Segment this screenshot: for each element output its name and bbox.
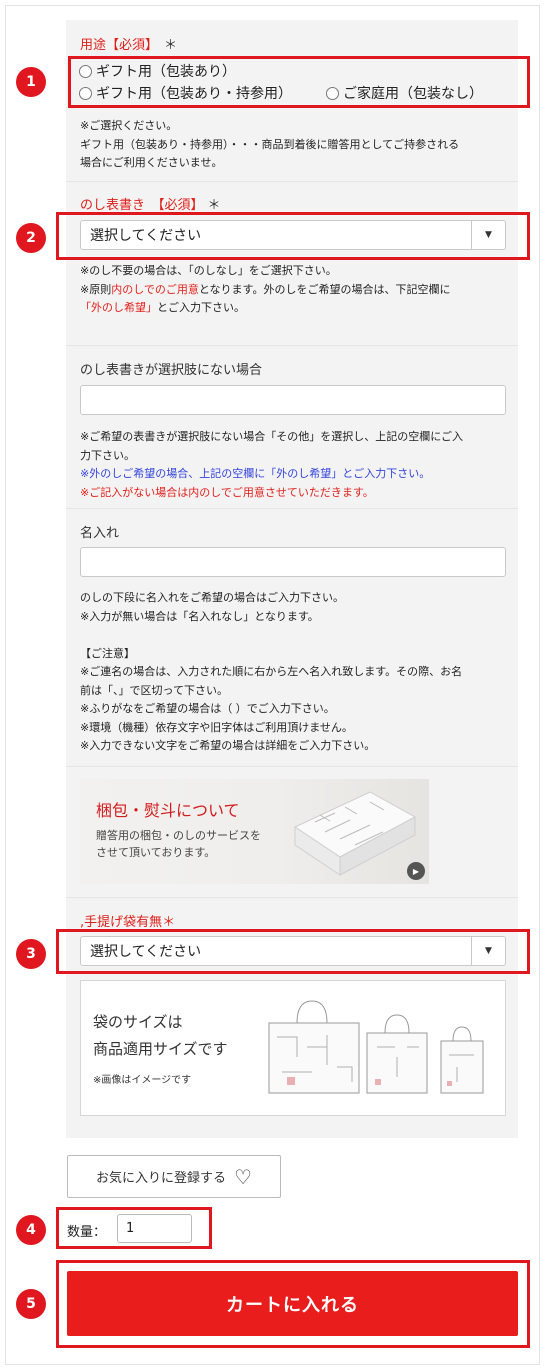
gift-box-image — [293, 791, 417, 876]
usage-label: 用途【必須】＊ — [80, 38, 178, 53]
highlight-box-1 — [68, 56, 530, 108]
bag-illustration — [268, 1000, 484, 1094]
highlight-box-5 — [56, 1260, 530, 1348]
name-print-input[interactable] — [80, 547, 506, 577]
wrapping-info-banner[interactable]: 梱包・熨斗について 贈答用の梱包・のしのサービスを させて頂いております。 ▶ — [80, 779, 429, 884]
bag-label: ,手提げ袋有無＊ — [80, 915, 176, 930]
divider — [66, 897, 518, 898]
highlight-box-3 — [56, 929, 530, 974]
step-badge-5: 5 — [16, 1289, 46, 1319]
noshi-custom-label: のし表書きが選択肢にない場合 — [80, 363, 263, 378]
noshi-label: のし表書き 【必須】＊ — [80, 198, 221, 213]
step-badge-4: 4 — [16, 1215, 46, 1245]
banner-title: 梱包・熨斗について — [96, 801, 240, 820]
add-to-favorites-button[interactable]: お気に入りに登録する ♡ — [67, 1155, 281, 1198]
bag-info-text: 袋のサイズは 商品適用サイズです — [93, 1013, 228, 1058]
usage-note: ※ご選択ください。 ギフト用（包装あり・持参用）・・・商品到着後に贈答用としてご… — [80, 119, 460, 169]
bag-size-info: 袋のサイズは 商品適用サイズです ※画像はイメージです — [80, 980, 506, 1116]
divider — [66, 508, 518, 509]
step-badge-3: 3 — [16, 939, 46, 969]
play-icon[interactable]: ▶ — [407, 862, 425, 880]
banner-subtitle: 贈答用の梱包・のしのサービスを させて頂いております。 — [96, 829, 261, 859]
name-print-note: のしの下段に名入れをご希望の場合はご入力下さい。 ※入力が無い場合は「名入れなし… — [80, 591, 463, 752]
step-badge-1: 1 — [16, 67, 46, 97]
divider — [66, 181, 518, 182]
step-badge-2: 2 — [16, 223, 46, 253]
divider — [66, 766, 518, 767]
heart-icon: ♡ — [234, 1164, 252, 1189]
name-print-label: 名入れ — [80, 526, 120, 541]
bag-info-note: ※画像はイメージです — [93, 1075, 192, 1086]
highlight-box-2 — [56, 212, 530, 260]
noshi-custom-note: ※ご希望の表書きが選択肢にない場合「その他」を選択し、上記の空欄にご入 力下さい… — [80, 430, 463, 499]
noshi-custom-input[interactable] — [80, 385, 506, 415]
noshi-note: ※のし不要の場合は、「のしなし」をご選択下さい。 ※原則内のしでのご用意となりま… — [80, 264, 451, 314]
highlight-box-4 — [56, 1207, 212, 1249]
divider — [66, 345, 518, 346]
